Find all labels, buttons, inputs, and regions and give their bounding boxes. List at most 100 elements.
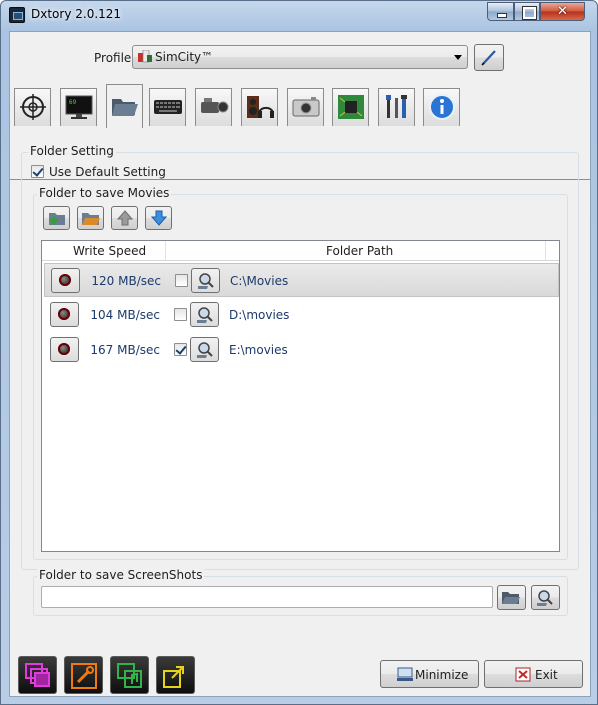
exit-label: Exit	[535, 668, 558, 682]
chip-board-icon	[338, 95, 364, 119]
export-button[interactable]	[156, 656, 195, 694]
window-close-button[interactable]: ✕	[540, 2, 585, 21]
write-speed: 167 MB/sec	[90, 343, 160, 357]
folder-enabled-checkbox[interactable]	[174, 308, 187, 321]
browse-folder-button[interactable]	[191, 268, 220, 293]
folder-setting-title: Folder Setting	[28, 144, 116, 158]
profile-label: Profile	[94, 51, 132, 65]
profile-value: SimCity™	[155, 50, 214, 64]
chevron-down-icon	[454, 55, 462, 60]
info-icon	[429, 94, 455, 120]
column-separator[interactable]	[545, 241, 546, 260]
exit-icon	[515, 667, 531, 682]
table-row[interactable]: 120 MB/sec C:\Movies	[44, 263, 559, 297]
write-speed: 104 MB/sec	[90, 308, 160, 322]
folder-search-icon	[197, 307, 213, 323]
folder-path: E:\movies	[229, 343, 288, 357]
close-icon: ✕	[557, 4, 568, 19]
monitor-icon: 69	[65, 95, 93, 119]
dxtory-app-icon	[9, 7, 25, 23]
title-bar[interactable]: Dxtory 2.0.121 ✕	[1, 1, 597, 29]
layers-button[interactable]	[18, 656, 57, 694]
exit-button[interactable]: Exit	[484, 660, 583, 688]
minimize-label: Minimize	[415, 668, 469, 682]
browse-folder-button[interactable]	[190, 337, 219, 362]
client-area: Profile SimCity™ 69 Folder Setting Use D…	[9, 31, 591, 697]
screenshots-title: Folder to save ScreenShots	[37, 568, 205, 582]
window-title: Dxtory 2.0.121	[31, 7, 122, 21]
camera-icon	[292, 97, 320, 117]
minimize-button[interactable]: Minimize	[380, 660, 479, 688]
tab-hotkey[interactable]	[149, 88, 186, 126]
use-default-label: Use Default Setting	[49, 165, 166, 179]
folder-panel: Folder Setting Use Default Setting Folde…	[10, 128, 590, 648]
folder-search-icon	[198, 273, 214, 289]
profile-row: Profile SimCity™	[10, 32, 590, 84]
folder-open-icon	[502, 592, 520, 604]
movie-folder-list[interactable]: Write Speed Folder Path 120 MB/sec C:\Mo…	[41, 240, 560, 552]
tab-audio-setting[interactable]	[241, 88, 278, 126]
column-folder-path[interactable]: Folder Path	[326, 244, 393, 258]
folder-path: D:\movies	[229, 308, 290, 322]
edit-profile-button[interactable]	[474, 44, 504, 71]
arrow-up-icon	[116, 210, 134, 226]
arrow-down-icon	[150, 210, 168, 226]
write-speed: 120 MB/sec	[91, 274, 161, 288]
keyboard-icon	[154, 100, 182, 114]
speaker-headphone-icon	[247, 96, 274, 118]
window-minimize-button[interactable]	[487, 2, 514, 21]
add-folder-button[interactable]	[43, 206, 70, 230]
window-maximize-button[interactable]	[514, 2, 540, 21]
app-window: Dxtory 2.0.121 ✕ Profile SimCity™ 69 Fol…	[0, 0, 598, 705]
simcity-icon	[138, 50, 152, 63]
tab-advanced-setting[interactable]	[332, 88, 369, 126]
browse-folder-button[interactable]	[190, 302, 219, 327]
tab-info[interactable]	[423, 88, 460, 126]
screenshot-browse-button[interactable]	[531, 585, 560, 610]
folder-open-icon	[112, 99, 138, 116]
folder-enabled-checkbox[interactable]	[175, 274, 188, 287]
bottom-bar: Minimize Exit	[10, 648, 590, 698]
column-write-speed[interactable]: Write Speed	[73, 244, 146, 258]
table-row[interactable]: 167 MB/sec E:\movies	[44, 333, 559, 367]
tab-folder[interactable]	[106, 84, 143, 128]
folder-search-icon	[197, 342, 213, 358]
tab-display-overlay[interactable]: 69	[60, 88, 97, 126]
screenshot-open-folder-button[interactable]	[497, 585, 526, 610]
layers-icon	[25, 663, 50, 687]
tab-capture-target[interactable]	[14, 88, 51, 126]
screenshot-folder-input[interactable]	[41, 586, 493, 608]
media-button[interactable]	[110, 656, 149, 694]
list-header: Write Speed Folder Path	[42, 241, 559, 261]
settings-tool-button[interactable]	[64, 656, 103, 694]
minimize-window-icon	[397, 667, 413, 681]
media-note-icon	[117, 663, 142, 688]
use-default-checkbox[interactable]	[31, 165, 44, 178]
open-folder-button[interactable]	[77, 206, 104, 230]
pencil-icon	[481, 50, 496, 66]
folder-search-icon	[537, 590, 553, 606]
column-separator[interactable]	[165, 241, 166, 260]
profile-dropdown[interactable]: SimCity™	[132, 45, 468, 69]
speed-test-button[interactable]	[50, 337, 79, 362]
folder-enabled-checkbox[interactable]	[174, 343, 187, 356]
wrench-icon	[71, 663, 97, 689]
export-icon	[163, 666, 184, 688]
speed-test-button[interactable]	[50, 302, 79, 327]
tab-movie-setting[interactable]	[195, 88, 232, 126]
folder-add-icon	[49, 213, 65, 225]
move-down-button[interactable]	[145, 206, 172, 230]
crosshair-icon	[20, 94, 46, 120]
svg-text:69: 69	[69, 99, 77, 106]
tab-strip: 69	[10, 84, 590, 180]
camcorder-icon	[201, 98, 229, 113]
tools-icon	[386, 95, 407, 118]
tab-screenshot-setting[interactable]	[287, 88, 324, 126]
folder-open-icon	[82, 213, 100, 225]
speed-test-button[interactable]	[51, 268, 80, 293]
folder-path: C:\Movies	[230, 274, 289, 288]
movies-title: Folder to save Movies	[37, 186, 172, 200]
tab-environment-setting[interactable]	[378, 88, 415, 126]
move-up-button[interactable]	[111, 206, 138, 230]
table-row[interactable]: 104 MB/sec D:\movies	[44, 298, 559, 332]
